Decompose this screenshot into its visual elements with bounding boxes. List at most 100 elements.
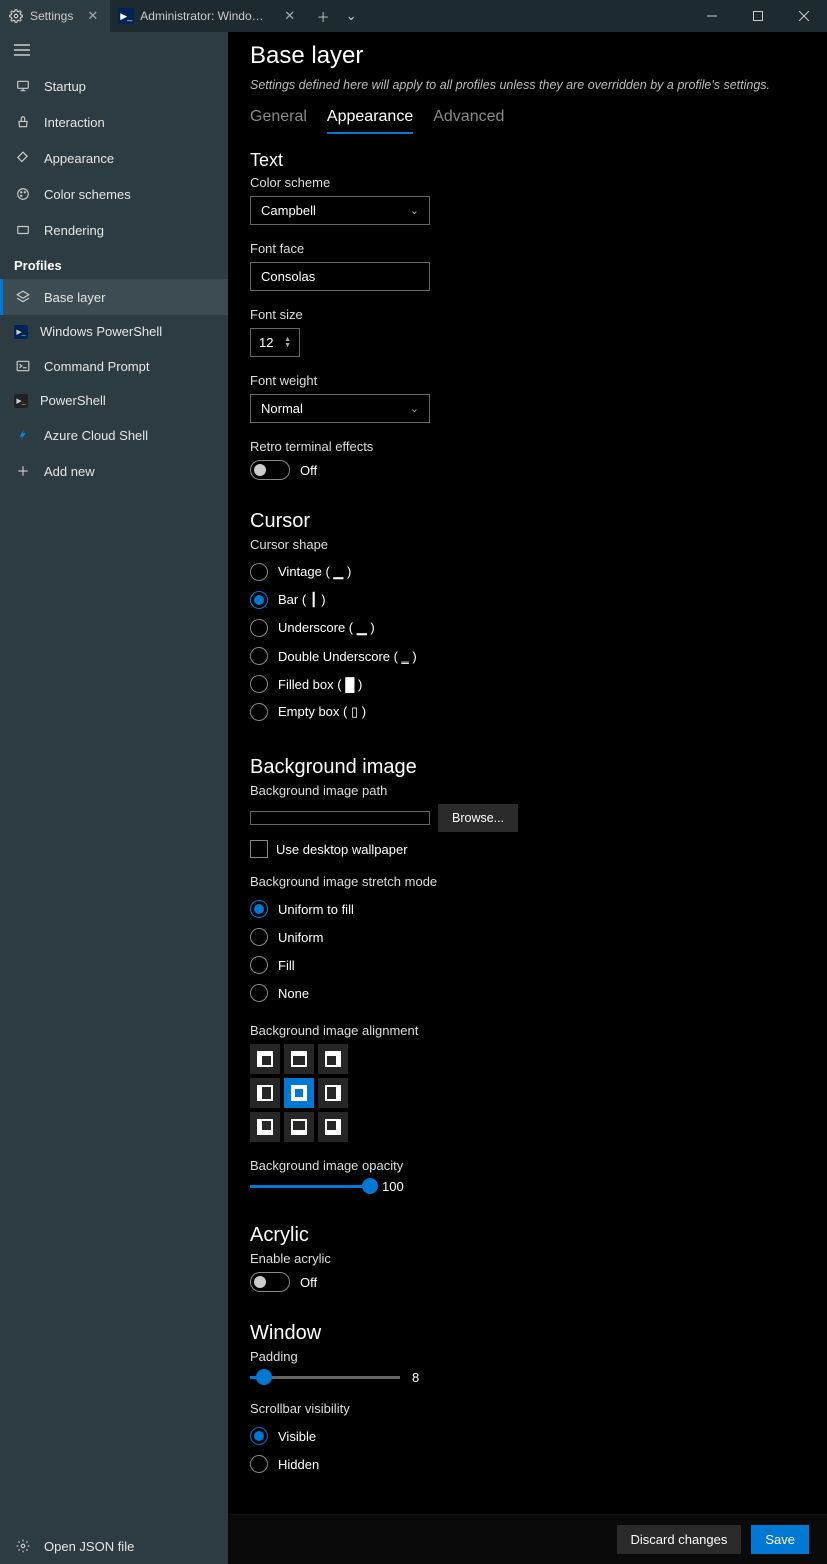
align-top-left[interactable] xyxy=(250,1044,280,1074)
section-text: Text xyxy=(250,150,805,171)
padding-slider[interactable] xyxy=(250,1376,400,1379)
sidebar-item-interaction[interactable]: Interaction xyxy=(0,104,228,140)
sidebar-item-base-layer[interactable]: Base layer xyxy=(0,279,228,315)
rendering-icon xyxy=(14,221,32,239)
browse-button[interactable]: Browse... xyxy=(438,804,518,832)
sidebar-item-azure-cloud-shell[interactable]: Azure Cloud Shell xyxy=(0,417,228,453)
acrylic-enable-label: Enable acrylic xyxy=(250,1251,805,1266)
alignment-grid xyxy=(250,1044,805,1142)
radio-label: Hidden xyxy=(278,1457,319,1472)
sidebar-item-label: Command Prompt xyxy=(44,359,149,374)
radio-label: Vintage ( ▁ ) xyxy=(278,564,351,580)
opacity-slider[interactable] xyxy=(250,1185,370,1188)
radio-cursor-empty-box[interactable]: Empty box ( ▯ ) xyxy=(250,698,805,726)
sidebar-item-powershell-core[interactable]: ▶_ PowerShell xyxy=(0,384,228,417)
tab-dropdown-icon[interactable]: ⌄ xyxy=(339,8,363,24)
powershell-icon: ▶_ xyxy=(14,394,28,408)
radio-cursor-underscore[interactable]: Underscore ( ▁ ) xyxy=(250,614,805,642)
color-scheme-dropdown[interactable]: Campbell ⌄ xyxy=(250,196,430,225)
font-size-spinner[interactable]: 12 ▲▼ xyxy=(250,328,300,357)
subtab-advanced[interactable]: Advanced xyxy=(433,108,504,134)
align-left[interactable] xyxy=(250,1078,280,1108)
tab-label: Settings xyxy=(30,9,73,23)
sidebar: Startup Interaction Appearance Color sch… xyxy=(0,32,228,1564)
radio-label: Uniform xyxy=(278,930,324,945)
sidebar-item-open-json[interactable]: Open JSON file xyxy=(0,1528,228,1564)
sidebar-item-add-new[interactable]: Add new xyxy=(0,453,228,489)
toggle-state: Off xyxy=(300,463,317,478)
sidebar-item-color-schemes[interactable]: Color schemes xyxy=(0,176,228,212)
bg-path-input[interactable] xyxy=(250,811,430,825)
radio-label: None xyxy=(278,986,309,1001)
retro-toggle[interactable] xyxy=(250,460,290,480)
align-center[interactable] xyxy=(284,1078,314,1108)
minimize-button[interactable] xyxy=(689,0,735,32)
close-icon[interactable]: ✕ xyxy=(280,8,299,24)
align-bottom-left[interactable] xyxy=(250,1112,280,1142)
radio-label: Fill xyxy=(278,958,295,973)
spinner-arrows-icon[interactable]: ▲▼ xyxy=(284,337,291,349)
toggle-state: Off xyxy=(300,1275,317,1290)
hamburger-icon[interactable] xyxy=(0,32,228,68)
close-icon[interactable]: ✕ xyxy=(83,8,102,24)
align-top-right[interactable] xyxy=(318,1044,348,1074)
save-button[interactable]: Save xyxy=(751,1525,809,1554)
close-button[interactable] xyxy=(781,0,827,32)
section-window: Window xyxy=(250,1322,805,1345)
titlebar: Settings ✕ ▶_ Administrator: Windows Pow… xyxy=(0,0,827,32)
align-bottom[interactable] xyxy=(284,1112,314,1142)
discard-button[interactable]: Discard changes xyxy=(617,1525,742,1554)
section-cursor: Cursor xyxy=(250,510,805,533)
radio-scroll-visible[interactable]: Visible xyxy=(250,1422,805,1450)
sidebar-item-label: Interaction xyxy=(44,115,105,130)
plus-icon xyxy=(14,462,32,480)
stretch-label: Background image stretch mode xyxy=(250,874,805,889)
tab-settings[interactable]: Settings ✕ xyxy=(0,0,110,32)
radio-cursor-filled-box[interactable]: Filled box ( █ ) xyxy=(250,670,805,698)
radio-label: Bar ( ┃ ) xyxy=(278,592,326,608)
align-top[interactable] xyxy=(284,1044,314,1074)
radio-stretch-none[interactable]: None xyxy=(250,979,805,1007)
chevron-down-icon: ⌄ xyxy=(410,204,419,217)
layers-icon xyxy=(14,288,32,306)
sidebar-item-command-prompt[interactable]: Command Prompt xyxy=(0,348,228,384)
checkbox[interactable] xyxy=(250,840,268,858)
subtab-appearance[interactable]: Appearance xyxy=(327,108,413,134)
sidebar-item-startup[interactable]: Startup xyxy=(0,68,228,104)
maximize-button[interactable] xyxy=(735,0,781,32)
radio-cursor-double-underscore[interactable]: Double Underscore ( ‗ ) xyxy=(250,642,805,670)
use-desktop-checkbox-row[interactable]: Use desktop wallpaper xyxy=(250,840,805,858)
startup-icon xyxy=(14,77,32,95)
sidebar-item-appearance[interactable]: Appearance xyxy=(0,140,228,176)
radio-cursor-vintage[interactable]: Vintage ( ▁ ) xyxy=(250,558,805,586)
radio-stretch-uniform-fill[interactable]: Uniform to fill xyxy=(250,895,805,923)
radio-scroll-hidden[interactable]: Hidden xyxy=(250,1450,805,1478)
align-right[interactable] xyxy=(318,1078,348,1108)
cursor-shape-label: Cursor shape xyxy=(250,537,805,552)
sidebar-item-label: Color schemes xyxy=(44,187,131,202)
scrollbar-label: Scrollbar visibility xyxy=(250,1401,805,1416)
sidebar-item-label: Appearance xyxy=(44,151,114,166)
radio-cursor-bar[interactable]: Bar ( ┃ ) xyxy=(250,586,805,614)
sidebar-item-rendering[interactable]: Rendering xyxy=(0,212,228,248)
radio-stretch-uniform[interactable]: Uniform xyxy=(250,923,805,951)
padding-label: Padding xyxy=(250,1349,805,1364)
cmd-icon xyxy=(14,357,32,375)
acrylic-toggle[interactable] xyxy=(250,1272,290,1292)
window-controls xyxy=(689,0,827,32)
opacity-label: Background image opacity xyxy=(250,1158,805,1173)
radio-label: Visible xyxy=(278,1429,316,1444)
slider-value: 8 xyxy=(412,1370,419,1385)
font-face-input[interactable]: Consolas xyxy=(250,262,430,291)
sidebar-item-windows-powershell[interactable]: ▶_ Windows PowerShell xyxy=(0,315,228,348)
radio-stretch-fill[interactable]: Fill xyxy=(250,951,805,979)
font-weight-dropdown[interactable]: Normal ⌄ xyxy=(250,394,430,423)
subtab-general[interactable]: General xyxy=(250,108,307,134)
sidebar-item-label: Base layer xyxy=(44,290,105,305)
sidebar-item-label: Rendering xyxy=(44,223,104,238)
checkbox-label: Use desktop wallpaper xyxy=(276,842,408,857)
align-bottom-right[interactable] xyxy=(318,1112,348,1142)
slider-value: 100 xyxy=(382,1179,404,1194)
tab-powershell[interactable]: ▶_ Administrator: Windows PowerS ✕ xyxy=(110,0,307,32)
new-tab-button[interactable]: ＋ xyxy=(307,7,339,26)
